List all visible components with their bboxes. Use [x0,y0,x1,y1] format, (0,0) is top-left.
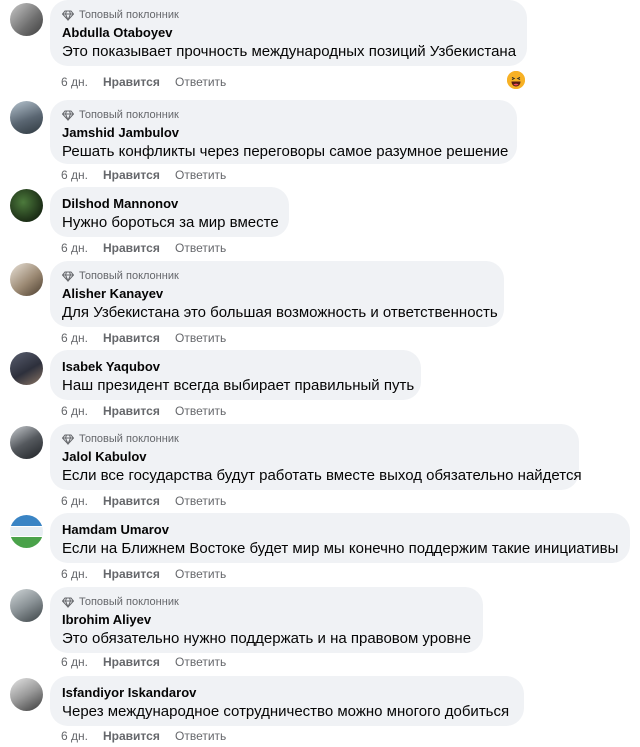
diamond-icon [62,10,74,21]
avatar[interactable] [10,426,43,459]
top-fan-badge: Топовый поклонник [62,8,515,22]
comment-bubble: Isabek Yaqubov Наш президент всегда выби… [50,350,421,400]
like-button[interactable]: Нравится [103,331,175,345]
comment-actions: 6 дн. Нравится Ответить [61,331,226,345]
comment-actions: 6 дн. Нравится Ответить [61,567,226,581]
comment-text: Это обязательно нужно поддержать и на пр… [62,630,472,647]
comment-time[interactable]: 6 дн. [61,331,103,345]
like-button[interactable]: Нравится [103,729,175,743]
avatar[interactable] [10,101,43,134]
diamond-icon [62,271,74,282]
like-button[interactable]: Нравится [103,494,175,508]
reply-button[interactable]: Ответить [175,655,226,669]
comment-time[interactable]: 6 дн. [61,404,103,418]
like-button[interactable]: Нравится [103,404,175,418]
avatar[interactable] [10,263,43,296]
comment-actions: 6 дн. Нравится Ответить [61,655,226,669]
comment-text: Решать конфликты через переговоры самое … [62,143,509,160]
reply-button[interactable]: Ответить [175,75,226,89]
like-button[interactable]: Нравится [103,567,175,581]
like-button[interactable]: Нравится [103,241,175,255]
reply-button[interactable]: Ответить [175,494,226,508]
reply-button[interactable]: Ответить [175,241,226,255]
comment-author[interactable]: Isabek Yaqubov [62,359,409,375]
comment-author[interactable]: Alisher Kanayev [62,286,492,302]
badge-label: Топовый поклонник [79,109,179,121]
avatar[interactable] [10,515,43,548]
top-fan-badge: Топовый поклонник [62,432,567,446]
comment-text: Нужно бороться за мир вместе [62,214,279,231]
like-button[interactable]: Нравится [103,655,175,669]
diamond-icon [62,110,74,121]
comment-time[interactable]: 6 дн. [61,241,103,255]
comment-bubble: Топовый поклонник Ibrohim Aliyev Это обя… [50,587,483,653]
comment-author[interactable]: Jalol Kabulov [62,449,567,465]
comment-actions: 6 дн. Нравится Ответить [61,404,226,418]
comment-author[interactable]: Jamshid Jambulov [62,125,505,141]
comment-actions: 6 дн. Нравится Ответить [61,729,226,743]
comment-actions: 6 дн. Нравится Ответить [61,168,226,182]
badge-label: Топовый поклонник [79,9,179,21]
badge-label: Топовый поклонник [79,596,179,608]
comment-text: Если на Ближнем Востоке будет мир мы кон… [62,540,619,557]
comment-time[interactable]: 6 дн. [61,168,103,182]
comment-text: Это показывает прочность международных п… [62,43,517,60]
comment-text: Для Узбекистана это большая возможность … [62,304,498,321]
comment-actions: 6 дн. Нравится Ответить [61,75,226,89]
comment-bubble: Hamdam Umarov Если на Ближнем Востоке бу… [50,513,630,563]
comment-author[interactable]: Dilshod Mannonov [62,196,277,212]
comment-actions: 6 дн. Нравится Ответить [61,241,226,255]
comment-bubble: Isfandiyor Iskandarov Через международно… [50,676,524,726]
avatar[interactable] [10,189,43,222]
top-fan-badge: Топовый поклонник [62,108,505,122]
comment-bubble: Топовый поклонник Abdulla Otaboyev Это п… [50,0,527,66]
comment-time[interactable]: 6 дн. [61,729,103,743]
comment-time[interactable]: 6 дн. [61,567,103,581]
comment-time[interactable]: 6 дн. [61,655,103,669]
comment-text: Если все государства будут работать вмес… [62,467,582,484]
comment-time[interactable]: 6 дн. [61,75,103,89]
comment-actions: 6 дн. Нравится Ответить [61,494,226,508]
comment-author[interactable]: Abdulla Otaboyev [62,25,515,41]
reply-button[interactable]: Ответить [175,404,226,418]
comment-author[interactable]: Ibrohim Aliyev [62,612,471,628]
reply-button[interactable]: Ответить [175,168,226,182]
like-button[interactable]: Нравится [103,168,175,182]
avatar[interactable] [10,589,43,622]
comment-text: Через международное сотрудничество можно… [62,703,510,720]
comment-bubble: Топовый поклонник Jamshid Jambulov Решат… [50,100,517,164]
badge-label: Топовый поклонник [79,270,179,282]
top-fan-badge: Топовый поклонник [62,595,471,609]
avatar[interactable] [10,352,43,385]
reply-button[interactable]: Ответить [175,331,226,345]
comment-bubble: Топовый поклонник Jalol Kabulov Если все… [50,424,582,490]
avatar[interactable] [10,678,43,711]
badge-label: Топовый поклонник [79,433,179,445]
top-fan-badge: Топовый поклонник [62,269,492,283]
comment-bubble: Топовый поклонник Alisher Kanayev Для Уз… [50,261,504,327]
comment-time[interactable]: 6 дн. [61,494,103,508]
comment-text: Наш президент всегда выбирает правильный… [62,377,415,394]
diamond-icon [62,434,74,445]
reply-button[interactable]: Ответить [175,729,226,743]
comment-bubble: Dilshod Mannonov Нужно бороться за мир в… [50,187,289,237]
reply-button[interactable]: Ответить [175,567,226,581]
like-button[interactable]: Нравится [103,75,175,89]
diamond-icon [62,597,74,608]
comment-author[interactable]: Isfandiyor Iskandarov [62,685,512,701]
haha-reaction-icon[interactable] [507,71,525,89]
comment-author[interactable]: Hamdam Umarov [62,522,618,538]
avatar[interactable] [10,3,43,36]
